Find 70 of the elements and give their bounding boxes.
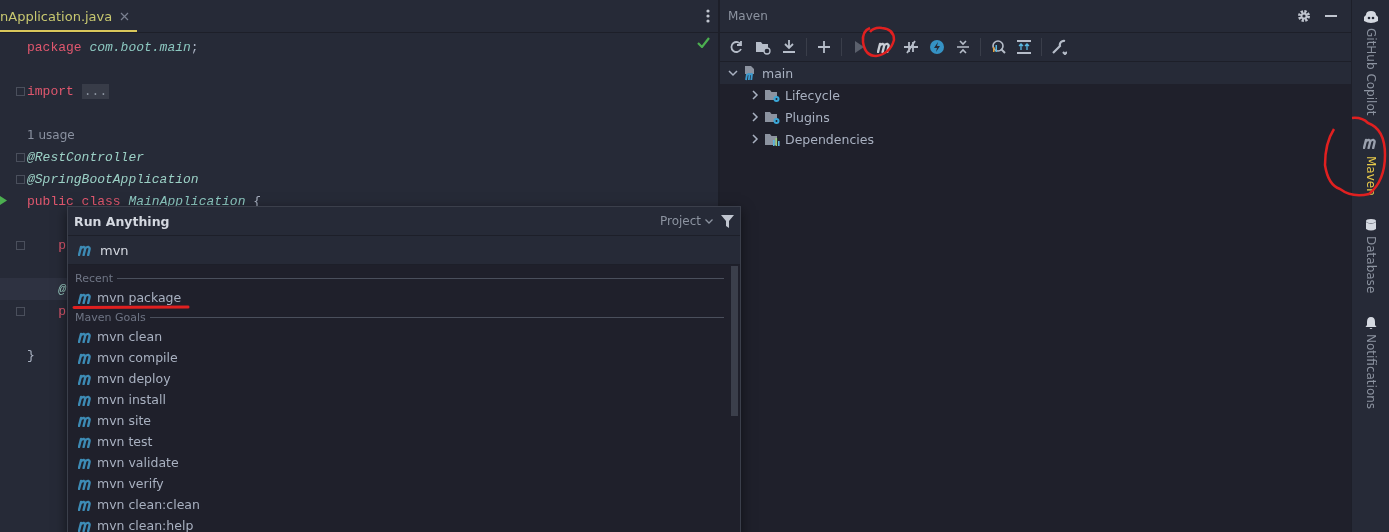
run-gutter-icon[interactable]	[0, 196, 7, 205]
maven-icon	[78, 244, 94, 256]
tree-item[interactable]: Dependencies	[785, 131, 874, 147]
list-item[interactable]: mvn site	[75, 410, 724, 431]
list-item[interactable]: mvn validate	[75, 452, 724, 473]
code-line: @	[57, 281, 66, 297]
tree-item[interactable]: main	[762, 65, 794, 81]
tool-window-tab[interactable]: GitHub Copilot	[1362, 8, 1379, 118]
maven-icon	[78, 351, 94, 364]
code-line: @SpringBootApplication	[27, 171, 199, 187]
maven-icon	[78, 372, 94, 385]
caret-icon	[705, 218, 713, 224]
list-item[interactable]: mvn verify	[75, 473, 724, 494]
list-item[interactable]: mvn install	[75, 389, 724, 410]
scope-dropdown[interactable]: Project	[659, 214, 713, 228]
dependencies-icon	[764, 131, 781, 147]
skip-tests-icon[interactable]	[903, 39, 919, 55]
section-header: Recent	[75, 271, 114, 285]
checkmark-icon	[697, 37, 710, 48]
panel-title: Maven	[728, 9, 769, 23]
usage-hint[interactable]: 1 usage	[27, 128, 75, 142]
code-line: p	[57, 237, 66, 253]
code-line: @RestController	[27, 149, 145, 165]
settings-icon[interactable]	[1297, 9, 1311, 23]
maven-icon	[78, 435, 94, 448]
lightning-icon[interactable]	[929, 39, 945, 55]
maven-icon	[78, 519, 94, 532]
code-line: import ...	[27, 83, 110, 99]
bell-icon	[1364, 315, 1377, 330]
maven-icon	[877, 41, 893, 53]
collapse-icon[interactable]	[955, 39, 971, 55]
tool-window-tab[interactable]: Notifications	[1363, 313, 1378, 411]
maven-icon	[78, 393, 94, 406]
list-item[interactable]: mvn test	[75, 431, 724, 452]
list-item[interactable]: mvn compile	[75, 347, 724, 368]
maven-icon	[78, 291, 94, 304]
code-line: p	[57, 303, 66, 319]
list-item[interactable]: mvn clean:help	[75, 515, 724, 532]
analyze-icon[interactable]	[990, 39, 1006, 55]
close-icon[interactable]	[120, 11, 130, 21]
maven-icon	[1362, 137, 1379, 150]
section-header: Maven Goals	[75, 310, 146, 324]
refresh-icon[interactable]	[729, 39, 745, 55]
download-icon[interactable]	[781, 39, 797, 55]
list-item[interactable]: mvn clean	[75, 326, 724, 347]
more-icon[interactable]	[706, 9, 710, 23]
search-field[interactable]: mvn	[68, 235, 740, 265]
maven-icon	[78, 477, 94, 490]
editor-tab[interactable]: nApplication.java	[0, 0, 138, 32]
settings-folder-icon	[764, 87, 781, 103]
filter-icon[interactable]	[721, 214, 734, 228]
maven-icon	[78, 456, 94, 469]
popup-title: Run Anything	[74, 213, 171, 229]
maven-icon	[78, 330, 94, 343]
code-line: package com.boot.main;	[27, 39, 199, 55]
maven-icon	[78, 414, 94, 427]
code-line: }	[27, 347, 35, 363]
tree-item[interactable]: Plugins	[785, 109, 830, 125]
add-icon[interactable]	[816, 39, 832, 55]
list-item[interactable]: mvn deploy	[75, 368, 724, 389]
settings-folder-icon	[764, 109, 781, 125]
folder-sync-icon[interactable]	[755, 39, 771, 55]
maven-icon	[78, 498, 94, 511]
tree-item[interactable]: Lifecycle	[785, 87, 840, 103]
list-item[interactable]: mvn clean:clean	[75, 494, 724, 515]
tool-window-tab[interactable]: Database	[1363, 216, 1378, 296]
database-icon	[1364, 218, 1377, 233]
list-item[interactable]: mvn package	[75, 287, 724, 308]
copilot-icon	[1362, 10, 1379, 24]
scrollbar[interactable]	[731, 266, 738, 416]
